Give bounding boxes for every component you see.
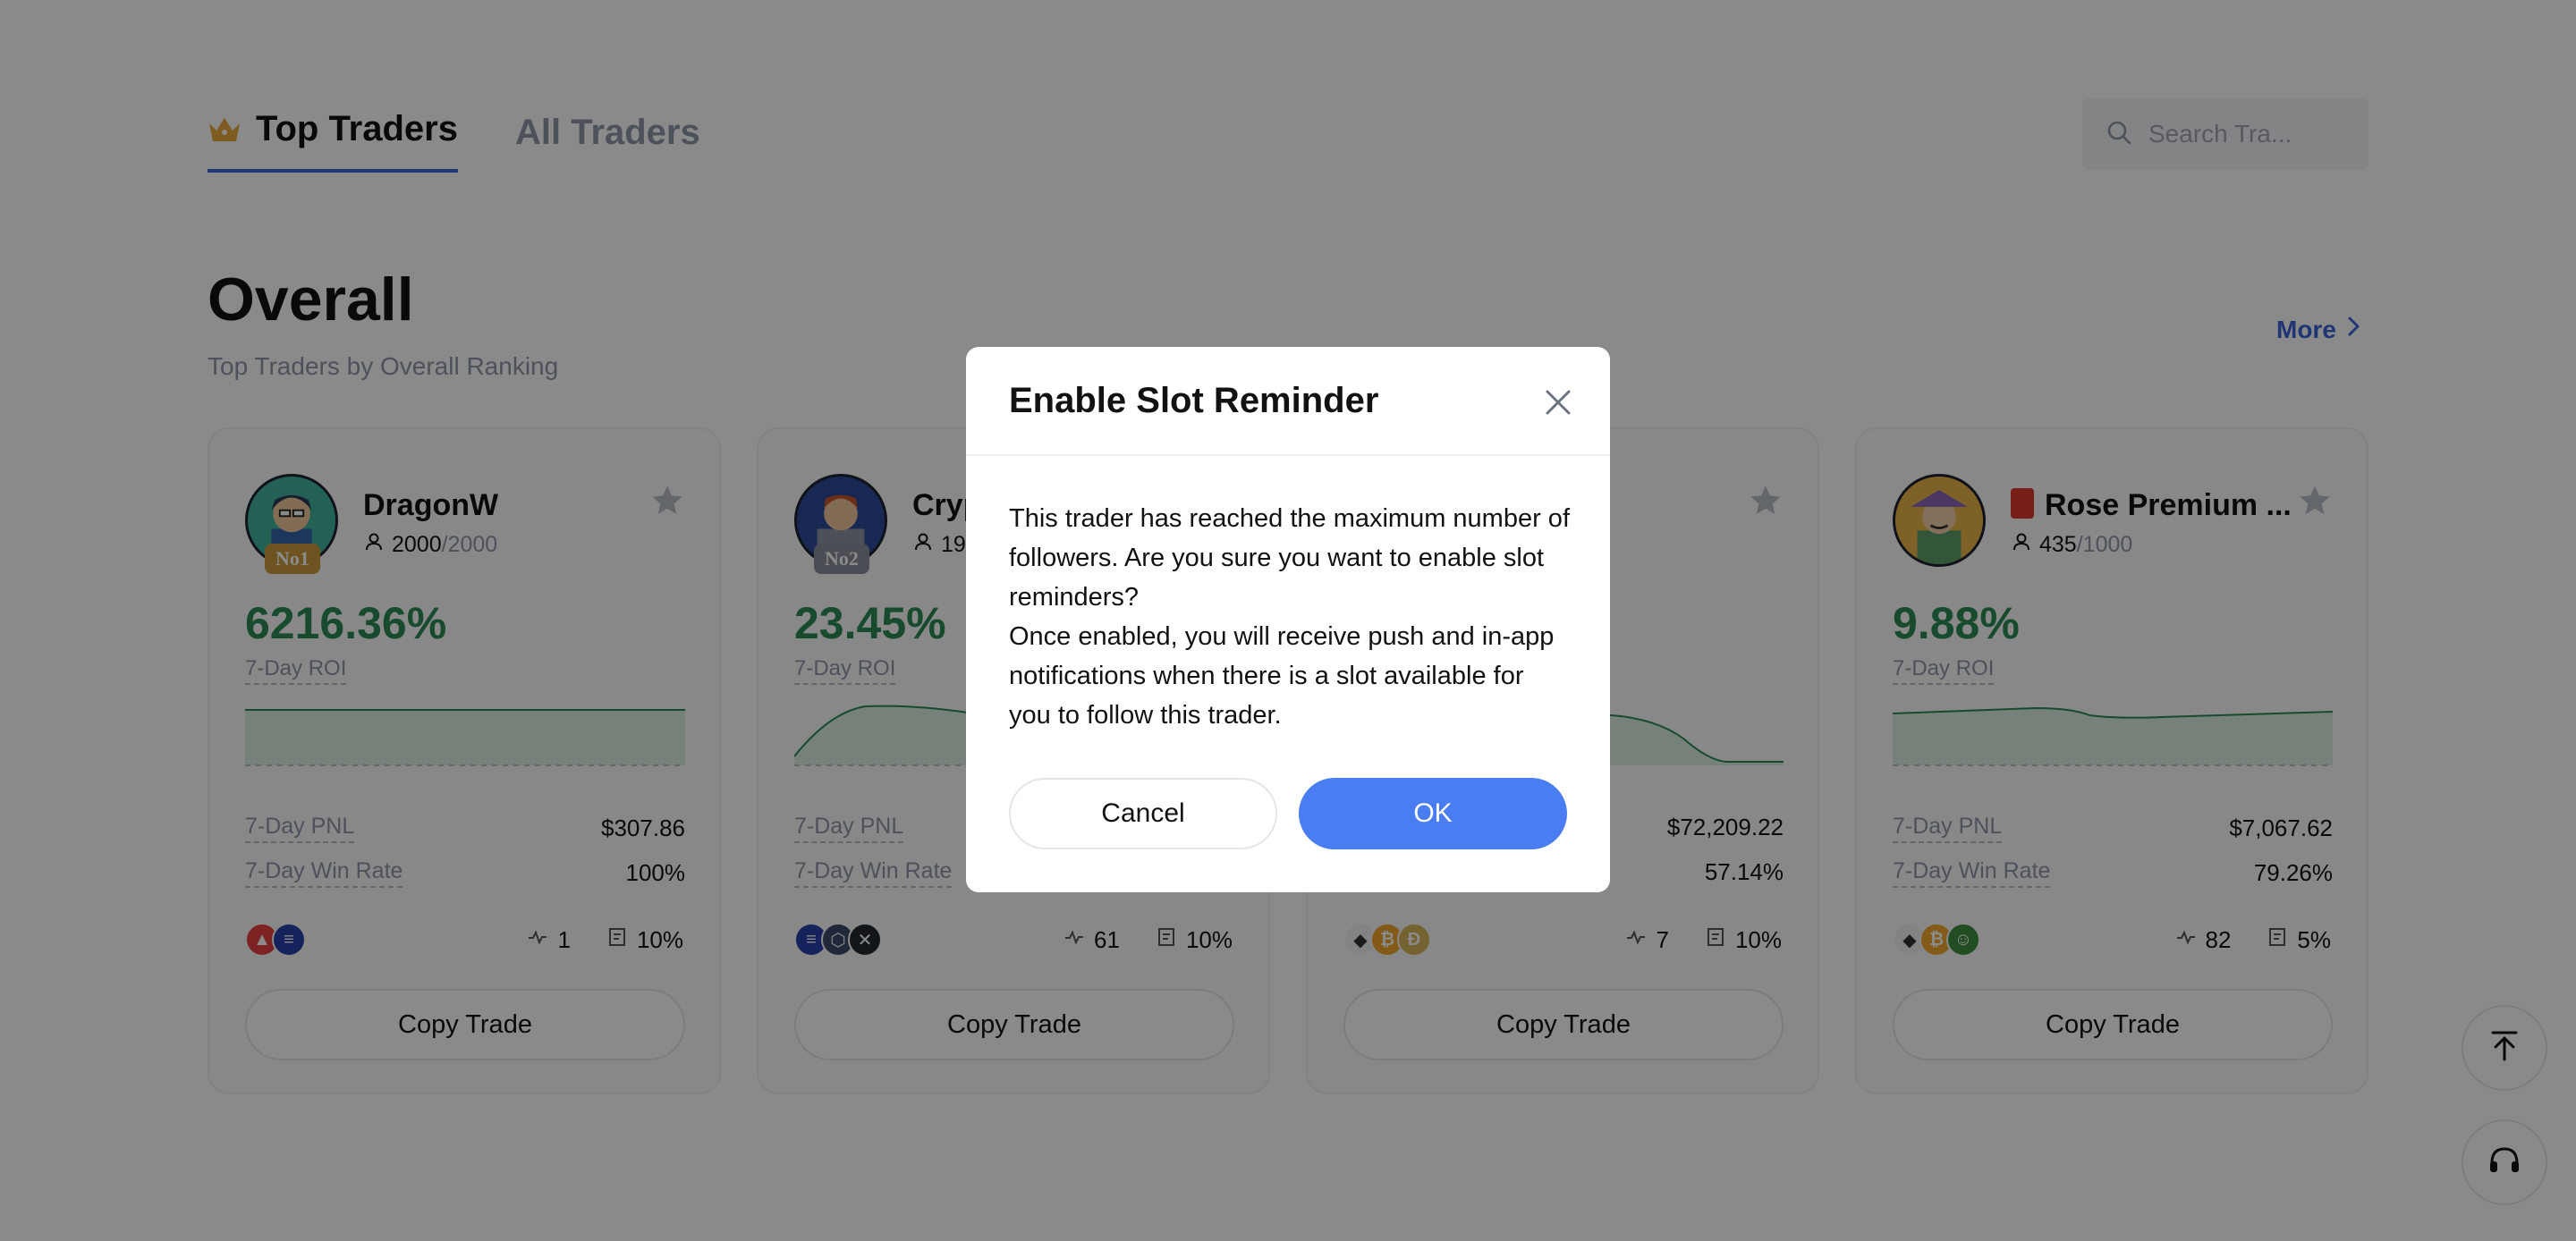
ok-button[interactable]: OK: [1299, 778, 1567, 849]
dialog-title: Enable Slot Reminder: [1009, 381, 1379, 420]
dialog-body: This trader has reached the maximum numb…: [1009, 499, 1572, 735]
close-icon[interactable]: [1542, 386, 1574, 418]
dialog-actions: Cancel OK: [1009, 778, 1567, 849]
cancel-button[interactable]: Cancel: [1009, 778, 1277, 849]
dialog-message: This trader has reached the maximum numb…: [1009, 504, 1570, 612]
slot-reminder-dialog: Enable Slot Reminder This trader has rea…: [966, 347, 1610, 892]
dialog-header: Enable Slot Reminder: [966, 347, 1610, 456]
dialog-message-detail: Once enabled, you will receive push and …: [1009, 622, 1555, 730]
